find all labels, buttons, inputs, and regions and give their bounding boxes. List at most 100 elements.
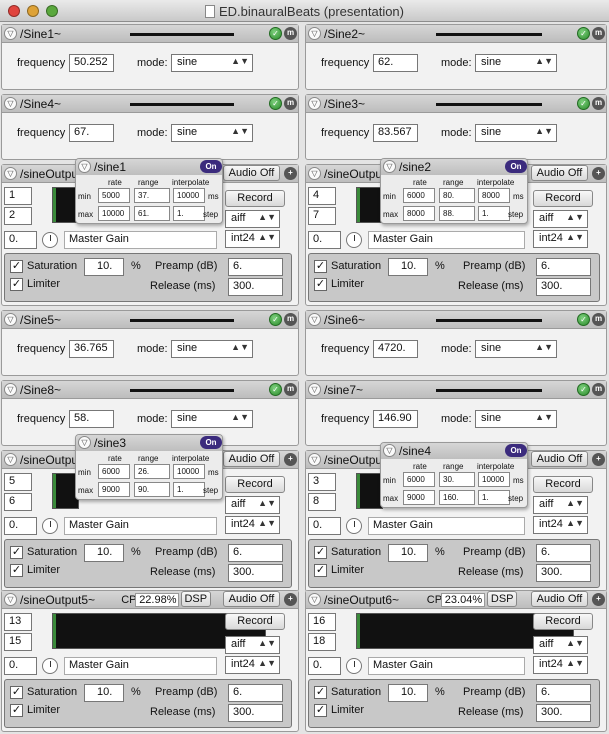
preamp-field[interactable]: 6. (536, 544, 591, 562)
s8-mute-icon[interactable]: m (284, 383, 297, 396)
s5-toggle-icon[interactable]: ✓ (269, 313, 282, 326)
s8-toggle-icon[interactable]: ✓ (269, 383, 282, 396)
on-toggle[interactable]: On (505, 444, 527, 457)
release-field[interactable]: 300. (228, 564, 283, 582)
frequency-field[interactable]: 36.765 (69, 340, 114, 358)
interp-min-field[interactable]: 10000 (478, 472, 510, 487)
preamp-field[interactable]: 6. (228, 258, 283, 276)
file-format-menu[interactable]: aiff ▲▼ (533, 496, 588, 514)
add-icon[interactable]: + (284, 167, 297, 180)
gain-field[interactable]: 0. (308, 231, 341, 249)
record-button[interactable]: Record (533, 613, 593, 630)
limiter-checkbox[interactable]: ✓ (314, 278, 327, 291)
collapse-triangle-icon[interactable]: ▽ (383, 444, 396, 457)
on-toggle[interactable]: On (505, 160, 527, 173)
bit-depth-menu[interactable]: int24 ▲▼ (225, 516, 280, 534)
collapse-triangle-icon[interactable]: ▽ (308, 383, 321, 396)
collapse-triangle-icon[interactable]: ▽ (308, 27, 321, 40)
range-max-field[interactable]: 90. (134, 482, 170, 497)
saturation-field[interactable]: 10. (388, 544, 428, 562)
frequency-field[interactable]: 67. (69, 124, 114, 142)
audio-off-button[interactable]: Audio Off (531, 451, 588, 467)
audio-off-button[interactable]: Audio Off (223, 591, 280, 607)
limiter-checkbox[interactable]: ✓ (10, 704, 23, 717)
frequency-field[interactable]: 83.567 (373, 124, 418, 142)
audio-off-button[interactable]: Audio Off (531, 165, 588, 181)
file-format-menu[interactable]: aiff ▲▼ (533, 636, 588, 654)
frequency-field[interactable]: 146.90 (373, 410, 418, 428)
collapse-triangle-icon[interactable]: ▽ (308, 167, 321, 180)
channel-1-field[interactable]: 4 (308, 187, 336, 205)
bit-depth-menu[interactable]: int24 ▲▼ (533, 230, 588, 248)
audio-off-button[interactable]: Audio Off (223, 451, 280, 467)
s4-toggle-icon[interactable]: ✓ (269, 97, 282, 110)
saturation-field[interactable]: 10. (84, 544, 124, 562)
rate-min-field[interactable]: 6000 (403, 472, 435, 487)
s5-mute-icon[interactable]: m (284, 313, 297, 326)
saturation-checkbox[interactable]: ✓ (10, 686, 23, 699)
preamp-field[interactable]: 6. (536, 258, 591, 276)
channel-1-field[interactable]: 13 (4, 613, 32, 631)
s2-mute-icon[interactable]: m (592, 27, 605, 40)
collapse-triangle-icon[interactable]: ▽ (308, 97, 321, 110)
dsp-button[interactable]: DSP (487, 591, 518, 607)
mode-menu[interactable]: sine ▲▼ (171, 410, 253, 428)
file-format-menu[interactable]: aiff ▲▼ (225, 496, 280, 514)
interp-max-field[interactable]: 1. (173, 482, 205, 497)
saturation-checkbox[interactable]: ✓ (10, 260, 23, 273)
gain-knob-icon[interactable] (42, 658, 58, 674)
release-field[interactable]: 300. (228, 278, 283, 296)
mode-menu[interactable]: sine ▲▼ (475, 340, 557, 358)
gain-knob-icon[interactable] (346, 658, 362, 674)
add-icon[interactable]: + (592, 167, 605, 180)
master-gain-field[interactable]: Master Gain (368, 517, 525, 535)
master-gain-field[interactable]: Master Gain (64, 517, 217, 535)
on-toggle[interactable]: On (200, 160, 222, 173)
range-max-field[interactable]: 160. (439, 490, 475, 505)
gain-knob-icon[interactable] (42, 232, 58, 248)
collapse-triangle-icon[interactable]: ▽ (78, 436, 91, 449)
saturation-checkbox[interactable]: ✓ (10, 546, 23, 559)
dsp-button[interactable]: DSP (180, 591, 211, 607)
limiter-checkbox[interactable]: ✓ (10, 278, 23, 291)
interp-max-field[interactable]: 1. (478, 490, 510, 505)
saturation-field[interactable]: 10. (84, 258, 124, 276)
range-min-field[interactable]: 30. (439, 472, 475, 487)
mode-menu[interactable]: sine ▲▼ (171, 54, 253, 72)
gain-field[interactable]: 0. (4, 657, 37, 675)
interp-min-field[interactable]: 10000 (173, 188, 205, 203)
bit-depth-menu[interactable]: int24 ▲▼ (225, 656, 280, 674)
rate-max-field[interactable]: 9000 (98, 482, 130, 497)
limiter-checkbox[interactable]: ✓ (10, 564, 23, 577)
channel-2-field[interactable]: 2 (4, 207, 32, 225)
preamp-field[interactable]: 6. (228, 684, 283, 702)
rate-max-field[interactable]: 8000 (403, 206, 435, 221)
file-format-menu[interactable]: aiff ▲▼ (533, 210, 588, 228)
channel-2-field[interactable]: 18 (308, 633, 336, 651)
s6-mute-icon[interactable]: m (592, 313, 605, 326)
collapse-triangle-icon[interactable]: ▽ (4, 383, 17, 396)
bit-depth-menu[interactable]: int24 ▲▼ (533, 516, 588, 534)
collapse-triangle-icon[interactable]: ▽ (4, 97, 17, 110)
collapse-triangle-icon[interactable]: ▽ (4, 167, 17, 180)
frequency-field[interactable]: 62. (373, 54, 418, 72)
collapse-triangle-icon[interactable]: ▽ (4, 593, 17, 606)
bit-depth-menu[interactable]: int24 ▲▼ (533, 656, 588, 674)
record-button[interactable]: Record (225, 613, 285, 630)
channel-2-field[interactable]: 15 (4, 633, 32, 651)
frequency-field[interactable]: 50.252 (69, 54, 114, 72)
rate-min-field[interactable]: 5000 (98, 188, 130, 203)
bit-depth-menu[interactable]: int24 ▲▼ (225, 230, 280, 248)
release-field[interactable]: 300. (536, 564, 591, 582)
on-toggle[interactable]: On (200, 436, 222, 449)
s2-toggle-icon[interactable]: ✓ (577, 27, 590, 40)
mode-menu[interactable]: sine ▲▼ (171, 124, 253, 142)
gain-knob-icon[interactable] (346, 518, 362, 534)
range-min-field[interactable]: 80. (439, 188, 475, 203)
release-field[interactable]: 300. (536, 278, 591, 296)
saturation-field[interactable]: 10. (388, 258, 428, 276)
file-format-menu[interactable]: aiff ▲▼ (225, 636, 280, 654)
rate-min-field[interactable]: 6000 (403, 188, 435, 203)
frequency-field[interactable]: 4720. (373, 340, 418, 358)
audio-off-button[interactable]: Audio Off (531, 591, 588, 607)
